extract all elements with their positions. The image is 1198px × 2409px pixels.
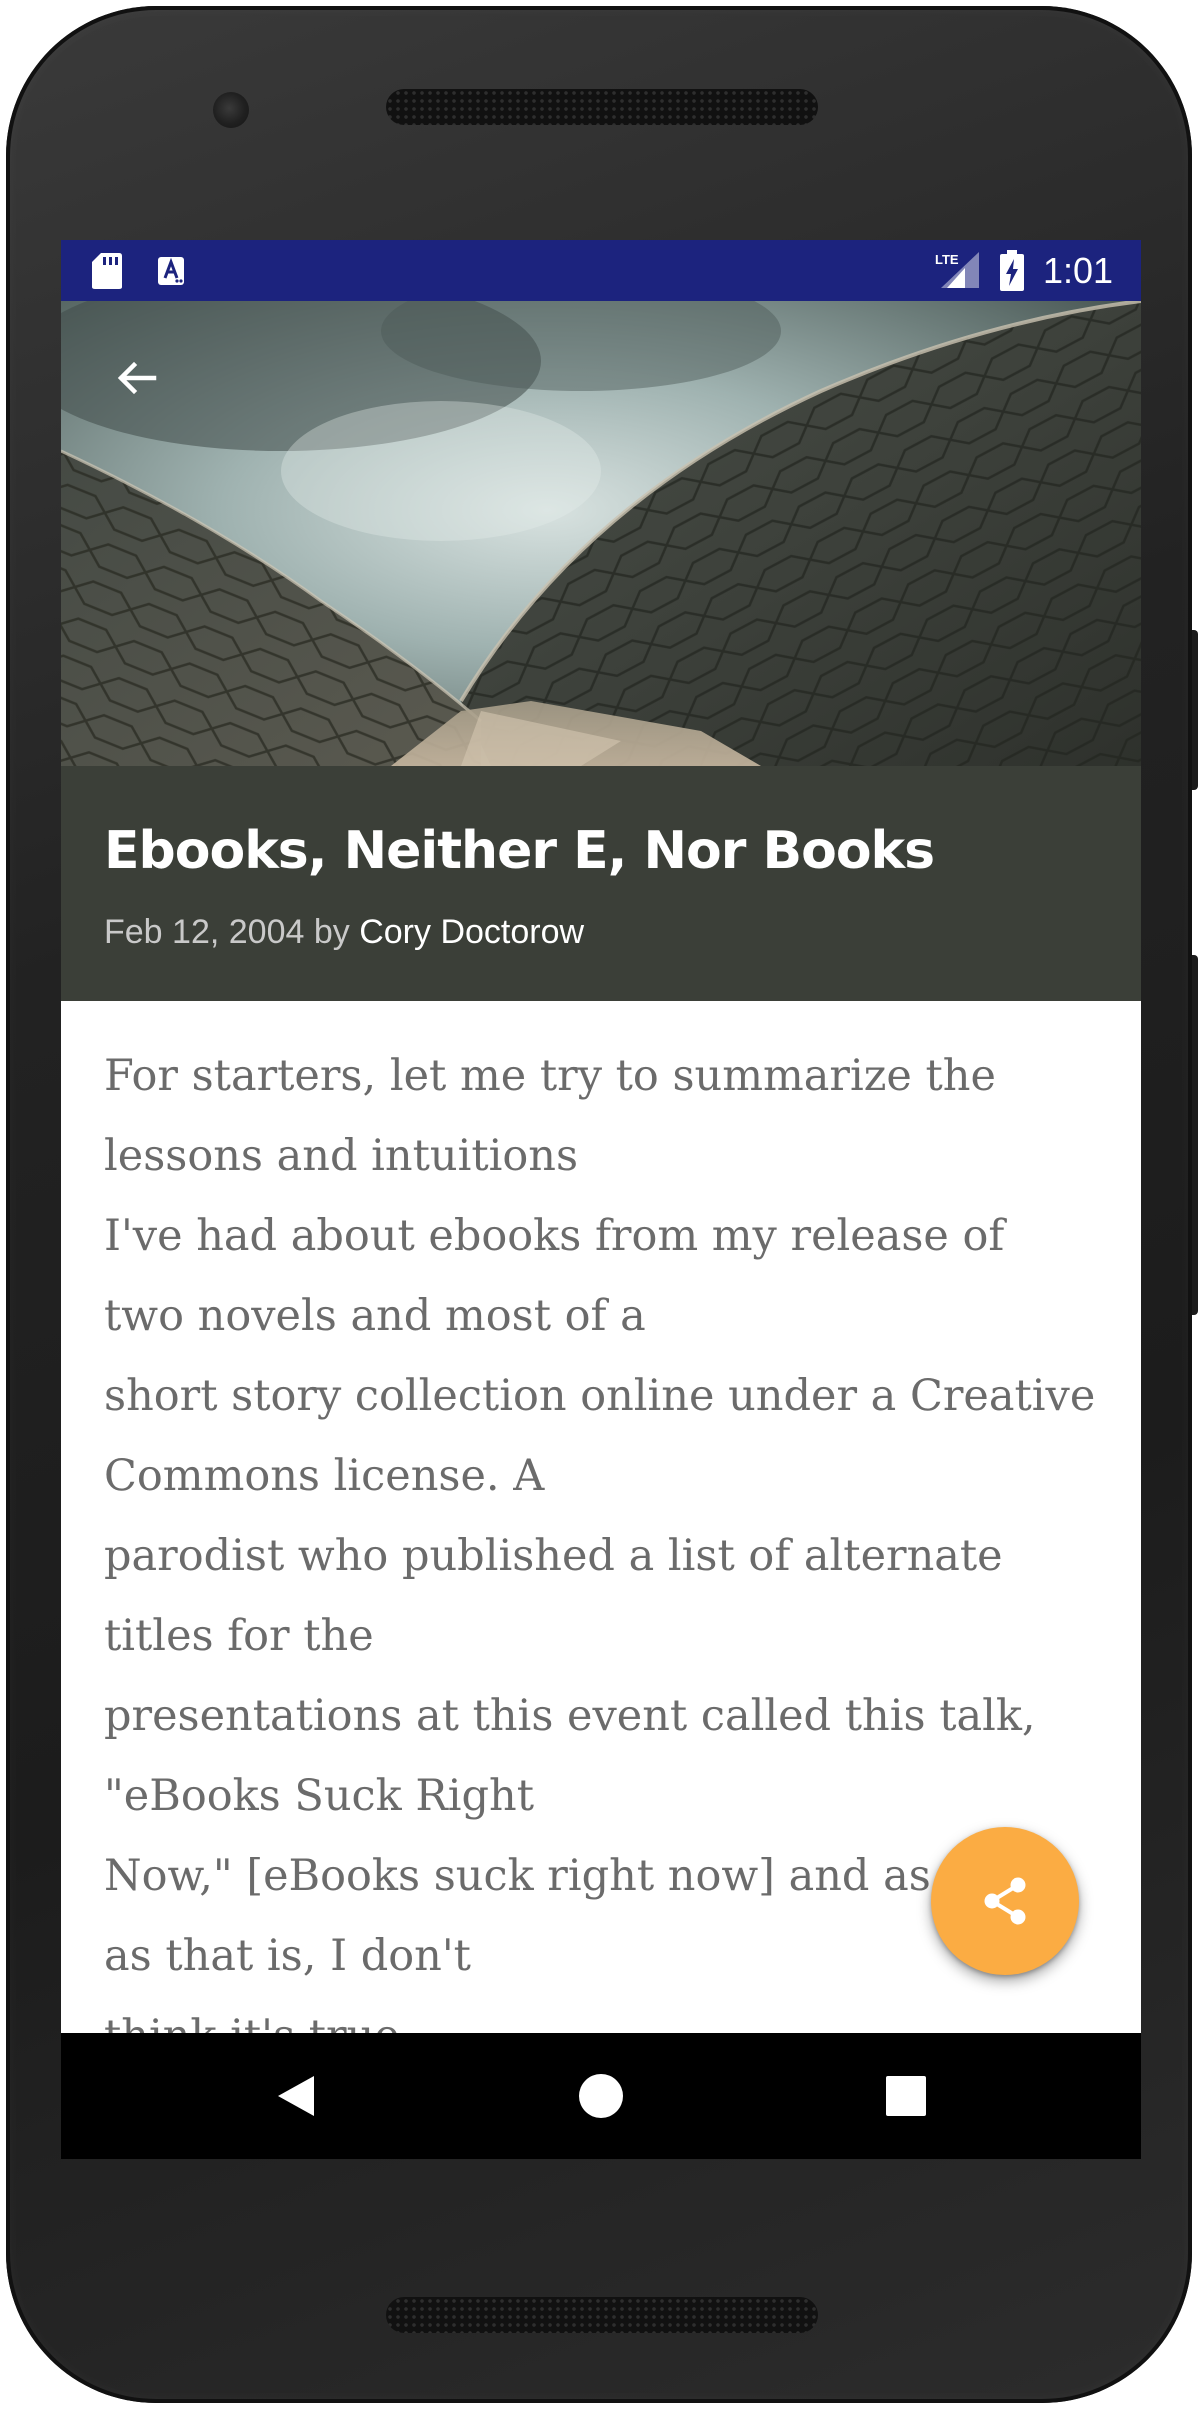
share-button[interactable] bbox=[931, 1827, 1079, 1975]
author-link[interactable]: Cory Doctorow bbox=[359, 913, 584, 951]
nav-home-icon bbox=[579, 2074, 623, 2118]
byline-by: by bbox=[313, 913, 350, 951]
article-byline: Feb 12, 2004 by Cory Doctorow bbox=[104, 912, 584, 952]
hero-image bbox=[61, 301, 1141, 766]
share-icon bbox=[984, 1877, 1026, 1925]
article-date: Feb 12, 2004 bbox=[104, 913, 305, 951]
earpiece-speaker bbox=[386, 89, 818, 125]
lte-signal-icon: LTE bbox=[935, 252, 979, 288]
screen: LTE 1:01 Ebooks, Neither E, Nor Books Fe… bbox=[61, 240, 1141, 2159]
article-title: Ebooks, Neither E, Nor Books bbox=[104, 821, 935, 881]
back-button[interactable] bbox=[101, 343, 171, 413]
article-header: Ebooks, Neither E, Nor Books Feb 12, 200… bbox=[61, 766, 1141, 1001]
nav-recents-button[interactable] bbox=[871, 2061, 941, 2131]
status-bar: LTE 1:01 bbox=[61, 240, 1141, 301]
nav-back-button[interactable] bbox=[261, 2061, 331, 2131]
phone-body: LTE 1:01 Ebooks, Neither E, Nor Books Fe… bbox=[6, 6, 1192, 2403]
front-camera bbox=[213, 92, 249, 128]
nav-home-button[interactable] bbox=[566, 2061, 636, 2131]
sd-card-icon bbox=[92, 253, 122, 289]
opera-house-sails-photo bbox=[61, 301, 1141, 766]
a-notification-icon bbox=[158, 257, 184, 285]
status-time: 1:01 bbox=[1043, 250, 1114, 291]
battery-charging-icon bbox=[1000, 250, 1024, 291]
device-frame: LTE 1:01 Ebooks, Neither E, Nor Books Fe… bbox=[0, 0, 1198, 2409]
navigation-bar bbox=[61, 2033, 1141, 2159]
bottom-speaker bbox=[386, 2297, 818, 2333]
arrow-back-icon bbox=[117, 361, 157, 395]
svg-text:LTE: LTE bbox=[935, 252, 959, 267]
nav-back-icon bbox=[278, 2076, 314, 2116]
nav-recents-icon bbox=[886, 2076, 926, 2116]
